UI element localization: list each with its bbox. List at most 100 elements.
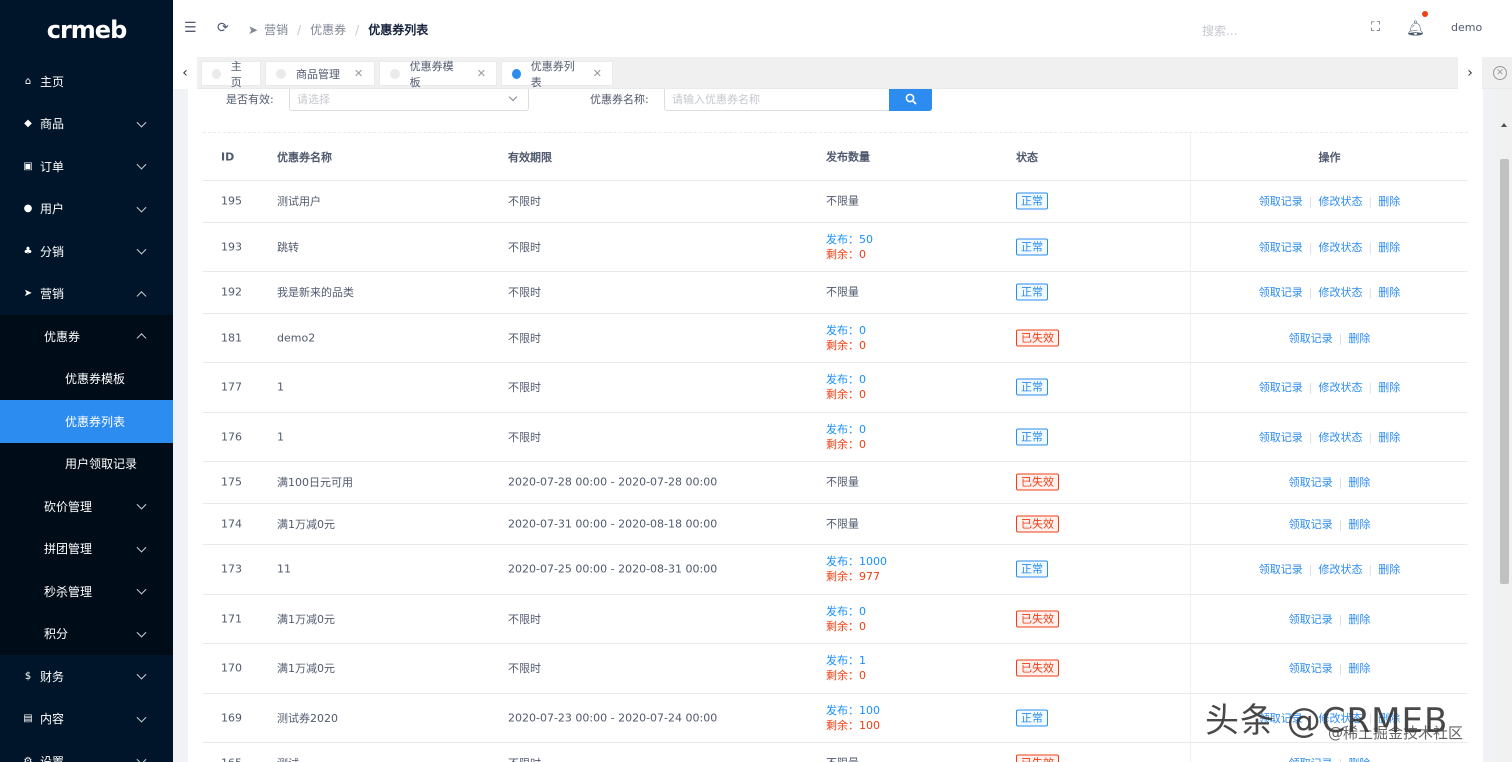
delete-link[interactable]: 删除 xyxy=(1378,563,1400,576)
sidebar-item[interactable]: 秒杀管理 xyxy=(0,570,173,613)
scroll-up-icon[interactable] xyxy=(1501,123,1507,127)
modify-status-link[interactable]: 修改状态 xyxy=(1319,381,1363,394)
sidebar-item[interactable]: 优惠券列表 xyxy=(0,400,173,443)
delete-link[interactable]: 删除 xyxy=(1378,431,1400,444)
sidebar-item-label: 优惠券列表 xyxy=(65,414,126,429)
delete-link[interactable]: 删除 xyxy=(1348,476,1370,489)
cell-period: 不限时 xyxy=(508,755,541,762)
records-link[interactable]: 领取记录 xyxy=(1259,563,1303,576)
breadcrumb-item[interactable]: 优惠券 xyxy=(310,21,346,38)
page-scrollbar[interactable] xyxy=(1497,89,1512,762)
records-link[interactable]: 领取记录 xyxy=(1289,662,1333,675)
modify-status-link[interactable]: 修改状态 xyxy=(1319,241,1363,254)
sidebar-item[interactable]: ▤ 内容 xyxy=(0,698,173,741)
status-cell: 正常 xyxy=(1016,428,1048,446)
ops-cell: 领取记录 | 修改状态 | 删除 xyxy=(1191,379,1468,395)
status-badge: 正常 xyxy=(1016,238,1048,256)
qty-left-value: 100 xyxy=(859,718,880,732)
delete-link[interactable]: 删除 xyxy=(1348,613,1370,626)
sidebar-item[interactable]: ⌂ 主页 xyxy=(0,60,173,103)
modify-status-link[interactable]: 修改状态 xyxy=(1319,431,1363,444)
op-separator: | xyxy=(1338,331,1343,345)
sidebar-item[interactable]: ➤ 营销 xyxy=(0,273,173,316)
cell-period: 不限时 xyxy=(508,195,541,209)
refresh-icon[interactable]: ⟳ xyxy=(217,21,229,35)
status-badge: 已失效 xyxy=(1016,659,1059,677)
tabs-next-button[interactable]: › xyxy=(1458,57,1482,89)
delete-link[interactable]: 删除 xyxy=(1348,518,1370,531)
tab-3[interactable]: 优惠券模板 ✕ xyxy=(379,60,497,89)
delete-link[interactable]: 删除 xyxy=(1378,381,1400,394)
sidebar-item-label: 设置 xyxy=(40,754,65,762)
sidebar-item[interactable]: ● 用户 xyxy=(0,188,173,231)
fullscreen-icon[interactable]: ⛶ xyxy=(1371,21,1380,35)
cell-period: 2020-07-25 00:00 - 2020-08-31 00:00 xyxy=(508,562,718,576)
records-link[interactable]: 领取记录 xyxy=(1289,518,1333,531)
sidebar-item[interactable]: $ 财务 xyxy=(0,655,173,698)
qty-pub-value: 50 xyxy=(859,232,873,246)
qty-left-label: 剩余： xyxy=(826,619,859,633)
sidebar-item[interactable]: ⚙ 设置 xyxy=(0,740,173,762)
chevron-down-icon xyxy=(136,627,147,638)
coupon-name-input[interactable]: 请输入优惠券名称 xyxy=(664,89,890,111)
tab-4[interactable]: 优惠券列表 ✕ xyxy=(501,60,613,89)
records-link[interactable]: 领取记录 xyxy=(1289,613,1333,626)
records-link[interactable]: 领取记录 xyxy=(1289,476,1333,489)
op-separator: | xyxy=(1308,563,1313,577)
sidebar-item[interactable]: 优惠券模板 xyxy=(0,357,173,400)
delete-link[interactable]: 删除 xyxy=(1378,286,1400,299)
records-link[interactable]: 领取记录 xyxy=(1259,381,1303,394)
header: ☰ ⟳ ➤ 营销 / 优惠券 / 优惠券列表 搜索... ⛶ 🔔︎ demo xyxy=(173,0,1512,57)
sidebar-item[interactable]: 拼团管理 xyxy=(0,527,173,570)
modify-status-link[interactable]: 修改状态 xyxy=(1319,286,1363,299)
close-all-tabs-icon[interactable]: ✕ xyxy=(1493,66,1507,80)
qty-remaining: 剩余：977 xyxy=(826,569,887,584)
sidebar-item[interactable]: ◆ 商品 xyxy=(0,103,173,146)
records-link[interactable]: 领取记录 xyxy=(1259,286,1303,299)
qty-published: 发布：0 xyxy=(826,422,866,437)
tabs-prev-button[interactable]: ‹ xyxy=(173,57,197,89)
sidebar-item[interactable]: ♣ 分销 xyxy=(0,230,173,273)
sidebar-item[interactable]: 砍价管理 xyxy=(0,485,173,528)
tab-1[interactable]: 主页 xyxy=(201,60,261,89)
ops-divider xyxy=(1190,594,1191,643)
delete-link[interactable]: 删除 xyxy=(1348,662,1370,675)
sidebar-item[interactable]: 用户领取记录 xyxy=(0,442,173,485)
close-icon[interactable]: ✕ xyxy=(593,67,602,80)
records-link[interactable]: 领取记录 xyxy=(1289,757,1333,762)
modify-status-link[interactable]: 修改状态 xyxy=(1319,563,1363,576)
valid-select[interactable]: 请选择 xyxy=(289,89,529,111)
tab-2[interactable]: 商品管理 ✕ xyxy=(265,61,375,86)
user-menu[interactable]: demo xyxy=(1451,21,1482,34)
records-link[interactable]: 领取记录 xyxy=(1259,195,1303,208)
op-separator: | xyxy=(1308,381,1313,395)
sidebar-item[interactable]: 积分 xyxy=(0,612,173,655)
ops-cell: 领取记录 | 删除 xyxy=(1191,330,1468,346)
scrollbar-thumb[interactable] xyxy=(1500,159,1509,584)
modify-status-link[interactable]: 修改状态 xyxy=(1319,195,1363,208)
breadcrumb-item[interactable]: 营销 xyxy=(264,21,288,38)
menu-toggle-icon[interactable]: ☰ xyxy=(184,21,197,35)
status-badge: 已失效 xyxy=(1016,473,1059,491)
delete-link[interactable]: 删除 xyxy=(1348,757,1370,762)
sidebar-item[interactable]: ▣ 订单 xyxy=(0,145,173,188)
sidebar-item[interactable]: 优惠券 xyxy=(0,315,173,358)
header-search-input[interactable]: 搜索... xyxy=(1202,22,1237,39)
delete-link[interactable]: 删除 xyxy=(1378,195,1400,208)
cart-icon: ▣ xyxy=(23,160,33,172)
logo[interactable]: crmeb xyxy=(0,0,173,60)
ops-cell: 领取记录 | 修改状态 | 删除 xyxy=(1191,193,1468,209)
records-link[interactable]: 领取记录 xyxy=(1289,332,1333,345)
status-badge: 正常 xyxy=(1016,378,1048,396)
qty-left-value: 0 xyxy=(859,388,866,402)
records-link[interactable]: 领取记录 xyxy=(1259,431,1303,444)
search-button[interactable] xyxy=(889,89,932,111)
bell-icon[interactable]: 🔔︎ xyxy=(1406,21,1425,36)
records-link[interactable]: 领取记录 xyxy=(1259,241,1303,254)
close-icon[interactable]: ✕ xyxy=(354,67,363,80)
sidebar-item-label: 营销 xyxy=(40,287,65,302)
delete-link[interactable]: 删除 xyxy=(1378,241,1400,254)
basket-icon: ◆ xyxy=(24,118,32,130)
delete-link[interactable]: 删除 xyxy=(1348,332,1370,345)
close-icon[interactable]: ✕ xyxy=(477,67,486,80)
